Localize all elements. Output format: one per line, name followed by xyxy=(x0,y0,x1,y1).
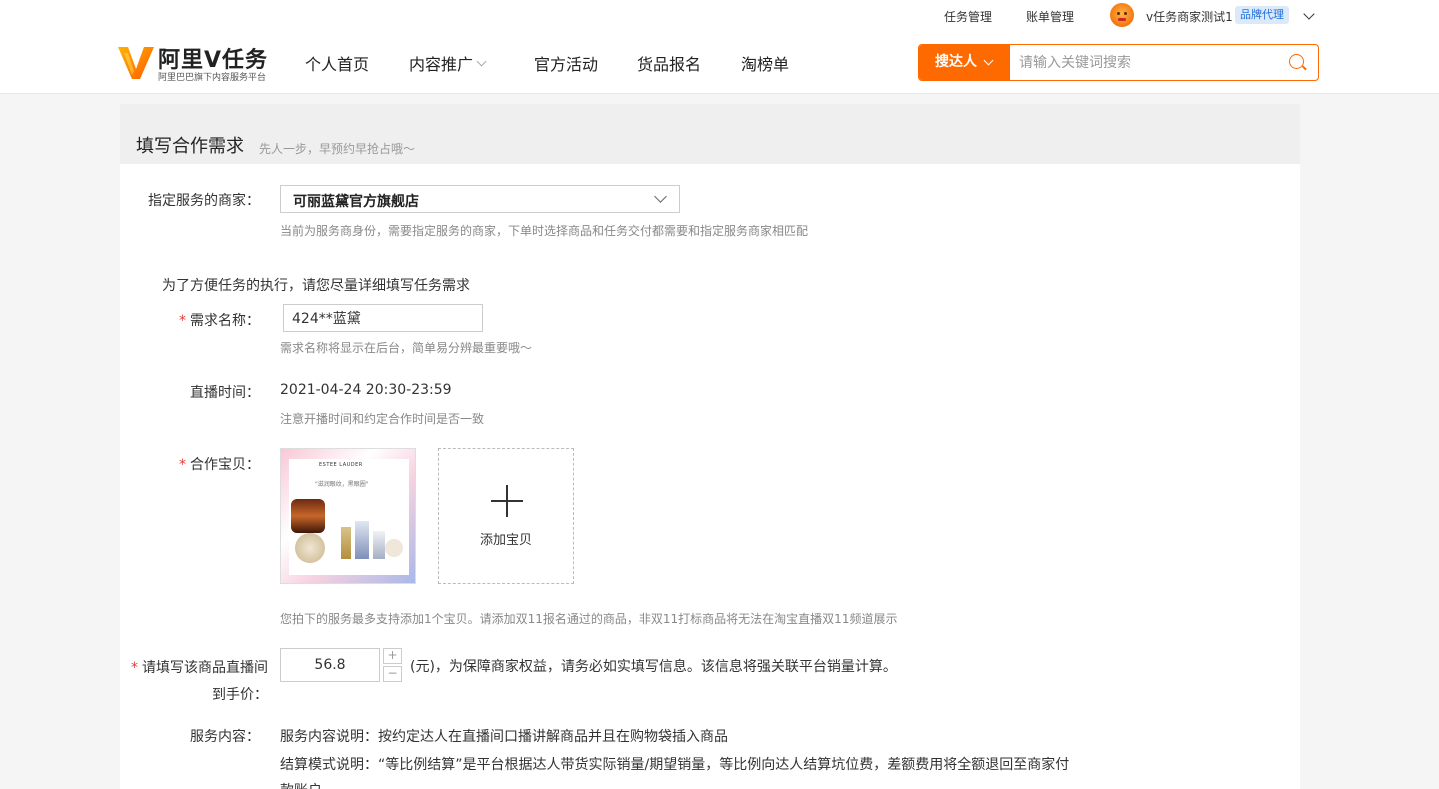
nav-official-activities[interactable]: 官方活动 xyxy=(534,51,598,75)
form-intro: 为了方便任务的执行，请您尽量详细填写任务需求 xyxy=(162,278,470,294)
required-mark: * xyxy=(179,313,186,329)
product-bottle xyxy=(373,531,385,559)
chevron-down-icon xyxy=(476,56,487,67)
demand-name-hint: 需求名称将显示在后台，简单易分辨最重要哦～ xyxy=(280,341,533,355)
thumb-tag: "滋润眼纹，黑眼圈" xyxy=(315,481,369,488)
merchant-hint: 当前为服务商身份，需要指定服务的商家，下单时选择商品和任务交付都需要和指定服务商… xyxy=(280,224,809,238)
required-mark: * xyxy=(131,660,138,676)
logo-subtitle: 阿里巴巴旗下内容服务平台 xyxy=(158,73,267,83)
live-time-label: 直播时间： xyxy=(190,385,260,401)
nav-goods-registration[interactable]: 货品报名 xyxy=(637,51,701,75)
product-image: ESTEE LAUDER "滋润眼纹，黑眼圈" xyxy=(289,459,409,575)
add-product-label: 添加宝贝 xyxy=(479,533,532,548)
product-bottle xyxy=(341,527,351,559)
search-icon[interactable] xyxy=(1289,54,1304,69)
nav-content-promotion[interactable]: 内容推广 xyxy=(409,51,473,75)
plus-icon xyxy=(491,485,523,517)
price-note: (元)，为保障商家权益，请务必如实填写信息。该信息将强关联平台销量计算。 xyxy=(410,659,897,675)
main-header: 阿里V任务 阿里巴巴旗下内容服务平台 个人首页 内容推广 官方活动 货品报名 淘… xyxy=(0,32,1439,94)
service-line-3: 款账户 xyxy=(280,780,322,789)
demand-name-label: * 需求名称： xyxy=(179,313,260,329)
demand-name-input[interactable] xyxy=(283,304,483,332)
nav-taobao-ranking[interactable]: 淘榜单 xyxy=(741,51,789,75)
service-line-1: 服务内容说明：按约定达人在直播间口播讲解商品并且在购物袋插入商品 xyxy=(280,729,728,745)
service-line-2: 结算模式说明：“等比例结算”是平台根据达人带货实际销量/期望销量，等比例向达人结… xyxy=(280,757,1070,773)
chevron-down-icon[interactable] xyxy=(1303,8,1315,20)
price-input[interactable] xyxy=(280,648,380,682)
chevron-down-icon xyxy=(983,55,994,66)
product-compact xyxy=(295,533,325,563)
price-decrement-button[interactable]: − xyxy=(383,666,402,682)
merchant-label: 指定服务的商家： xyxy=(148,193,260,209)
merchant-select-value: 可丽蓝黛官方旗舰店 xyxy=(293,194,419,210)
product-shell xyxy=(385,539,403,557)
product-bottle xyxy=(355,521,369,559)
add-product-button[interactable]: 添加宝贝 xyxy=(438,448,574,584)
bill-management-link[interactable]: 账单管理 xyxy=(1026,8,1074,25)
search-type-label: 搜达人 xyxy=(935,54,977,70)
product-jar xyxy=(291,499,325,533)
service-label: 服务内容： xyxy=(190,729,260,745)
product-hint: 您拍下的服务最多支持添加1个宝贝。请添加双11报名通过的商品，非双11打标商品将… xyxy=(280,612,898,626)
search-box: 搜达人 xyxy=(918,44,1319,81)
live-time-hint: 注意开播时间和约定合作时间是否一致 xyxy=(280,412,485,426)
brand-agent-badge: 品牌代理 xyxy=(1235,6,1289,24)
price-label: * 请填写该商品直播间 到手价： xyxy=(131,660,268,703)
avatar[interactable] xyxy=(1110,3,1134,27)
search-type-dropdown[interactable]: 搜达人 xyxy=(919,45,1010,80)
logo-v-icon[interactable] xyxy=(118,45,154,79)
username[interactable]: v任务商家测试1 xyxy=(1146,8,1233,25)
page-title: 填写合作需求 xyxy=(136,136,244,157)
price-increment-button[interactable]: + xyxy=(383,648,402,664)
live-time-value: 2021-04-24 20:30-23:59 xyxy=(280,382,452,398)
product-label: * 合作宝贝： xyxy=(179,457,260,473)
required-mark: * xyxy=(179,457,186,473)
product-thumbnail[interactable]: ESTEE LAUDER "滋润眼纹，黑眼圈" xyxy=(280,448,416,584)
page-subtitle: 先人一步，早预约早抢占哦～ xyxy=(259,142,416,156)
form-header: 填写合作需求 先人一步，早预约早抢占哦～ xyxy=(120,104,1300,164)
thumb-brand: ESTEE LAUDER xyxy=(319,462,363,468)
merchant-select[interactable]: 可丽蓝黛官方旗舰店 xyxy=(280,185,680,213)
task-management-link[interactable]: 任务管理 xyxy=(944,8,992,25)
nav-home[interactable]: 个人首页 xyxy=(305,51,369,75)
search-input[interactable] xyxy=(1019,53,1279,73)
top-utility-bar: 任务管理 账单管理 v任务商家测试1 品牌代理 xyxy=(0,0,1439,32)
chevron-down-icon xyxy=(654,190,667,203)
